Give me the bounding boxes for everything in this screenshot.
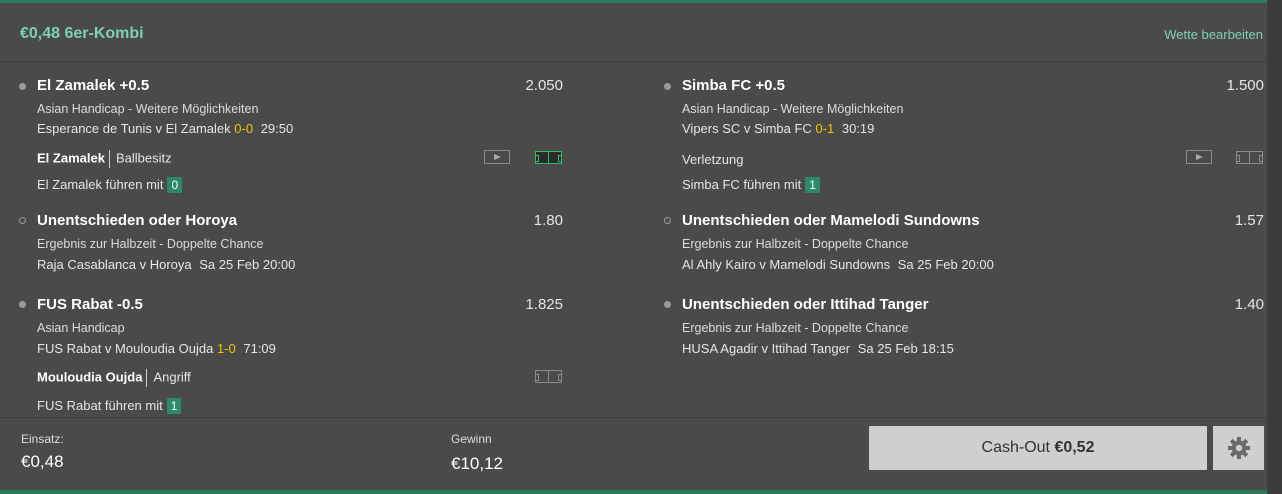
market-name: Asian Handicap (37, 321, 125, 335)
match-tracker-icon[interactable] (1236, 151, 1263, 164)
cash-out-label: Cash-Out (981, 439, 1050, 456)
lead-count-badge: 1 (805, 177, 820, 193)
live-bullet-icon (19, 301, 26, 308)
info-team: Mouloudia Oujda (37, 369, 143, 385)
bet-footer: Einsatz: €0,48 Gewinn €10,12 Cash-Out €0… (0, 417, 1267, 491)
lead-text: El Zamalek führen mit (37, 177, 164, 192)
stake-value: €0,48 (21, 452, 64, 471)
lead-count-badge: 1 (166, 398, 182, 414)
match-time: 29:50 (260, 121, 294, 136)
match-score: 0-1 (815, 121, 835, 136)
info-text: Angriff (153, 369, 191, 385)
live-info-row: El Zamalek Ballbesitz (37, 150, 172, 168)
match-info: Esperance de Tunis v El Zamalek 0-0 29:5… (37, 121, 293, 136)
live-bullet-icon (664, 301, 671, 308)
selection-name: Simba FC +0.5 (682, 77, 785, 94)
info-text: Verletzung (682, 152, 744, 167)
divider (146, 369, 148, 387)
selection-odds: 1.80 (533, 212, 563, 229)
lead-info: FUS Rabat führen mit 1 (37, 398, 182, 414)
lead-count-badge: 0 (167, 177, 183, 193)
match-name: HUSA Agadir v Ittihad Tanger (682, 341, 851, 356)
bet-header: €0,48 6er-Kombi Wette bearbeiten (0, 3, 1267, 62)
match-score: 1-0 (216, 341, 236, 356)
edit-bet-link[interactable]: Wette bearbeiten (1164, 27, 1263, 42)
video-stream-icon[interactable] (484, 150, 510, 164)
info-team: El Zamalek (37, 150, 105, 166)
live-info-row: Mouloudia Oujda Angriff (37, 369, 191, 387)
cash-out-button[interactable]: Cash-Out €0,52 (869, 426, 1207, 470)
selection-name: El Zamalek +0.5 (37, 77, 150, 94)
selection-odds: 1.40 (1234, 296, 1264, 313)
market-name: Ergebnis zur Halbzeit - Doppelte Chance (682, 321, 909, 335)
match-name: Esperance de Tunis v El Zamalek (37, 121, 231, 136)
selection-name: Unentschieden oder Horoya (37, 212, 238, 229)
match-time: 30:19 (841, 121, 875, 136)
prematch-bullet-icon (19, 217, 26, 224)
info-text: Ballbesitz (115, 150, 172, 166)
match-tracker-icon[interactable] (535, 151, 562, 164)
match-info: Vipers SC v Simba FC 0-1 30:19 (682, 121, 874, 136)
match-time: 71:09 (243, 341, 276, 356)
prematch-bullet-icon (664, 217, 671, 224)
win-label: Gewinn (451, 432, 492, 446)
selection-odds: 1.57 (1234, 212, 1264, 229)
gear-icon (1228, 437, 1250, 459)
market-name: Asian Handicap - Weitere Möglichkeiten (37, 102, 259, 116)
match-info: Raja Casablanca v Horoya Sa 25 Feb 20:00 (37, 257, 295, 272)
market-name: Asian Handicap - Weitere Möglichkeiten (682, 102, 904, 116)
selection-name: Unentschieden oder Mamelodi Sundowns (682, 212, 980, 229)
match-name: FUS Rabat v Mouloudia Oujda (37, 341, 214, 356)
win-value: €10,12 (451, 454, 503, 473)
match-date: Sa 25 Feb 20:00 (199, 257, 296, 272)
match-score: 0-0 (234, 121, 254, 136)
match-info: Al Ahly Kairo v Mamelodi Sundowns Sa 25 … (682, 257, 994, 272)
selection-odds: 2.050 (525, 77, 563, 94)
lead-text: Simba FC führen mit (682, 177, 802, 192)
match-info: FUS Rabat v Mouloudia Oujda 1-0 71:09 (37, 341, 276, 356)
match-tracker-icon[interactable] (535, 370, 562, 383)
selection-name: FUS Rabat -0.5 (37, 296, 143, 313)
match-name: Al Ahly Kairo v Mamelodi Sundowns (682, 257, 891, 272)
market-name: Ergebnis zur Halbzeit - Doppelte Chance (37, 237, 264, 251)
selection-odds: 1.825 (525, 296, 563, 313)
lead-info: El Zamalek führen mit 0 (37, 177, 183, 193)
divider (108, 150, 110, 168)
cash-out-value: €0,52 (1054, 439, 1095, 456)
live-info-row: Verletzung (682, 152, 743, 167)
settings-button[interactable] (1213, 426, 1264, 470)
match-name: Vipers SC v Simba FC (682, 121, 812, 136)
video-stream-icon[interactable] (1186, 150, 1212, 164)
stake-label: Einsatz: (21, 432, 64, 446)
live-bullet-icon (19, 83, 26, 90)
selection-name: Unentschieden oder Ittihad Tanger (682, 296, 929, 313)
bet-title: €0,48 6er-Kombi (20, 25, 144, 42)
lead-info: Simba FC führen mit 1 (682, 177, 820, 193)
match-date: Sa 25 Feb 18:15 (857, 341, 954, 356)
selection-odds: 1.500 (1226, 77, 1264, 94)
live-bullet-icon (664, 83, 671, 90)
match-name: Raja Casablanca v Horoya (37, 257, 192, 272)
lead-text: FUS Rabat führen mit (37, 398, 163, 413)
match-info: HUSA Agadir v Ittihad Tanger Sa 25 Feb 1… (682, 341, 954, 356)
market-name: Ergebnis zur Halbzeit - Doppelte Chance (682, 237, 909, 251)
scrollbar[interactable] (1267, 0, 1282, 494)
match-date: Sa 25 Feb 20:00 (897, 257, 994, 272)
bottom-accent-line (0, 490, 1282, 494)
